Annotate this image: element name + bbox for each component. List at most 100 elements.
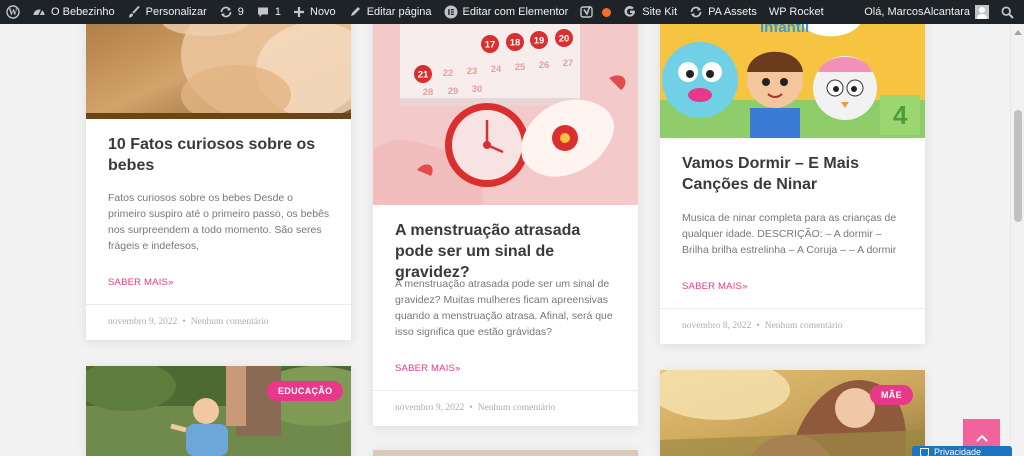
calendar-day: 21	[418, 70, 429, 81]
edit-page-link[interactable]: Editar página	[342, 0, 438, 24]
calendar-day: 30	[472, 84, 483, 95]
site-kit-label: Site Kit	[642, 6, 678, 18]
calendar-day: 20	[559, 34, 570, 45]
google-g-icon	[624, 6, 636, 17]
comments-count: 1	[274, 6, 281, 18]
post-card-educacao: EDUCAÇÃO	[86, 366, 351, 456]
post-card-fatos-curiosos: 10 Fatos curiosos sobre os bebes Fatos c…	[86, 0, 351, 340]
edit-elementor-label: Editar com Elementor	[462, 6, 569, 18]
post-comments[interactable]: Nenhum comentário	[765, 321, 843, 331]
search-icon	[1001, 6, 1014, 19]
calendar-day: 28	[423, 87, 434, 98]
post-meta: novembro 9, 2022 • Nenhum comentário	[373, 390, 638, 426]
wp-rocket-label: WP Rocket	[768, 6, 824, 18]
calendar-illustration: ○○○ 17 18 19 20 21 22 23 24 25 26 27 28 …	[373, 0, 638, 205]
updates-count: 9	[237, 6, 244, 18]
post-thumbnail-partial[interactable]	[373, 450, 638, 456]
calendar-day: 18	[510, 38, 521, 49]
mother-in-field-image	[660, 370, 925, 456]
read-more-link[interactable]: SABER MAIS»	[682, 281, 748, 292]
post-comments[interactable]: Nenhum comentário	[191, 317, 269, 327]
wordpress-icon: W	[6, 5, 20, 19]
calendar-day: 23	[467, 66, 478, 77]
read-more-link[interactable]: SABER MAIS»	[108, 277, 174, 288]
my-account-link[interactable]: Olá, MarcosAlcantara	[858, 0, 995, 24]
avatar	[975, 5, 989, 19]
clock-icon	[445, 103, 529, 187]
dashboard-icon	[33, 9, 45, 16]
pa-assets-link[interactable]: PA Assets	[683, 0, 763, 24]
site-kit-link[interactable]: Site Kit	[617, 0, 683, 24]
scrollbar-thumb[interactable]	[1014, 110, 1022, 222]
calendar-day: 24	[491, 64, 502, 75]
site-name-link[interactable]: O Bebezinho	[26, 0, 121, 24]
customize-link[interactable]: Personalizar	[121, 0, 213, 24]
post-meta: novembro 8, 2022 • Nenhum comentário	[660, 308, 925, 344]
calendar-day: 27	[563, 58, 574, 69]
edit-page-label: Editar página	[366, 6, 432, 18]
comment-icon	[257, 7, 268, 17]
calendar-day: 17	[485, 40, 496, 51]
edit-elementor-link[interactable]: Editar com Elementor	[438, 0, 575, 24]
post-card-menstruacao: ○○○ 17 18 19 20 21 22 23 24 25 26 27 28 …	[373, 0, 638, 426]
pa-assets-label: PA Assets	[708, 6, 757, 18]
post-thumbnail-mother-child[interactable]	[660, 370, 925, 456]
meta-separator: •	[756, 321, 760, 331]
customize-label: Personalizar	[145, 6, 207, 18]
post-date: novembro 8, 2022	[682, 321, 752, 331]
greeting-label: Olá, MarcosAlcantara	[864, 6, 970, 18]
page-scrollbar[interactable]	[1010, 24, 1024, 456]
calendar-day: 22	[443, 68, 454, 79]
calendar-day: 29	[448, 86, 459, 97]
admin-search-button[interactable]	[995, 0, 1024, 24]
plus-icon	[294, 7, 304, 17]
post-date: novembro 9, 2022	[108, 317, 178, 327]
post-thumbnail-calendar[interactable]: ○○○ 17 18 19 20 21 22 23 24 25 26 27 28 …	[373, 0, 638, 205]
post-date: novembro 9, 2022	[395, 403, 465, 413]
refresh-icon	[690, 6, 702, 18]
post-card-middle-partial	[373, 450, 638, 456]
post-title[interactable]: 10 Fatos curiosos sobre os bebes	[108, 134, 329, 176]
privacy-settings-button[interactable]: Privacidade	[912, 446, 1012, 456]
post-excerpt: A menstruação atrasada pode ser um sinal…	[395, 278, 613, 338]
post-card-vamos-dormir: infantil 4 Vamos Dormir – E Mais Canções…	[660, 0, 925, 344]
meta-separator: •	[469, 403, 473, 413]
category-badge-educacao[interactable]: EDUCAÇÃO	[267, 381, 344, 401]
post-excerpt: Musica de ninar completa para as criança…	[682, 212, 897, 256]
image-digit-four: 4	[893, 100, 908, 130]
post-title[interactable]: A menstruação atrasada pode ser um sinal…	[395, 220, 616, 283]
pencil-icon	[350, 7, 360, 16]
svg-text:W: W	[9, 7, 18, 17]
post-comments[interactable]: Nenhum comentário	[478, 403, 556, 413]
admin-bar: W O Bebezinho Personalizar 9 1 Novo Edit…	[0, 0, 1024, 24]
calendar-day: 19	[534, 36, 545, 47]
new-label: Novo	[310, 6, 336, 18]
calendar-day: 25	[515, 62, 526, 73]
post-thumbnail-walking-child[interactable]	[86, 366, 351, 456]
updates-icon	[220, 6, 232, 18]
post-card-mae: MÃE	[660, 370, 925, 456]
read-more-link[interactable]: SABER MAIS»	[395, 363, 461, 374]
comments-link[interactable]: 1	[250, 0, 287, 24]
chevron-up-icon	[975, 434, 988, 442]
scroll-up-arrow-icon[interactable]	[1014, 30, 1022, 35]
site-name-label: O Bebezinho	[51, 6, 115, 18]
wp-rocket-link[interactable]: WP Rocket	[763, 0, 830, 24]
paintbrush-icon	[128, 5, 140, 18]
yoast-icon	[580, 5, 593, 18]
category-badge-mae[interactable]: MÃE	[870, 385, 913, 405]
privacy-label: Privacidade	[934, 447, 982, 456]
walking-child-image	[86, 366, 351, 456]
meta-separator: •	[182, 317, 186, 327]
calendar-day: 26	[539, 60, 550, 71]
shield-icon	[920, 448, 929, 456]
new-content-link[interactable]: Novo	[287, 0, 342, 24]
elementor-icon	[444, 5, 458, 19]
post-meta: novembro 9, 2022 • Nenhum comentário	[86, 304, 351, 340]
seo-status-dot	[602, 7, 612, 17]
post-title[interactable]: Vamos Dormir – E Mais Canções de Ninar	[682, 153, 903, 195]
post-excerpt: Fatos curiosos sobre os bebes Desde o pr…	[108, 192, 330, 252]
yoast-seo-link[interactable]	[574, 0, 617, 24]
wordpress-logo-button[interactable]: W	[0, 0, 26, 24]
updates-link[interactable]: 9	[213, 0, 250, 24]
